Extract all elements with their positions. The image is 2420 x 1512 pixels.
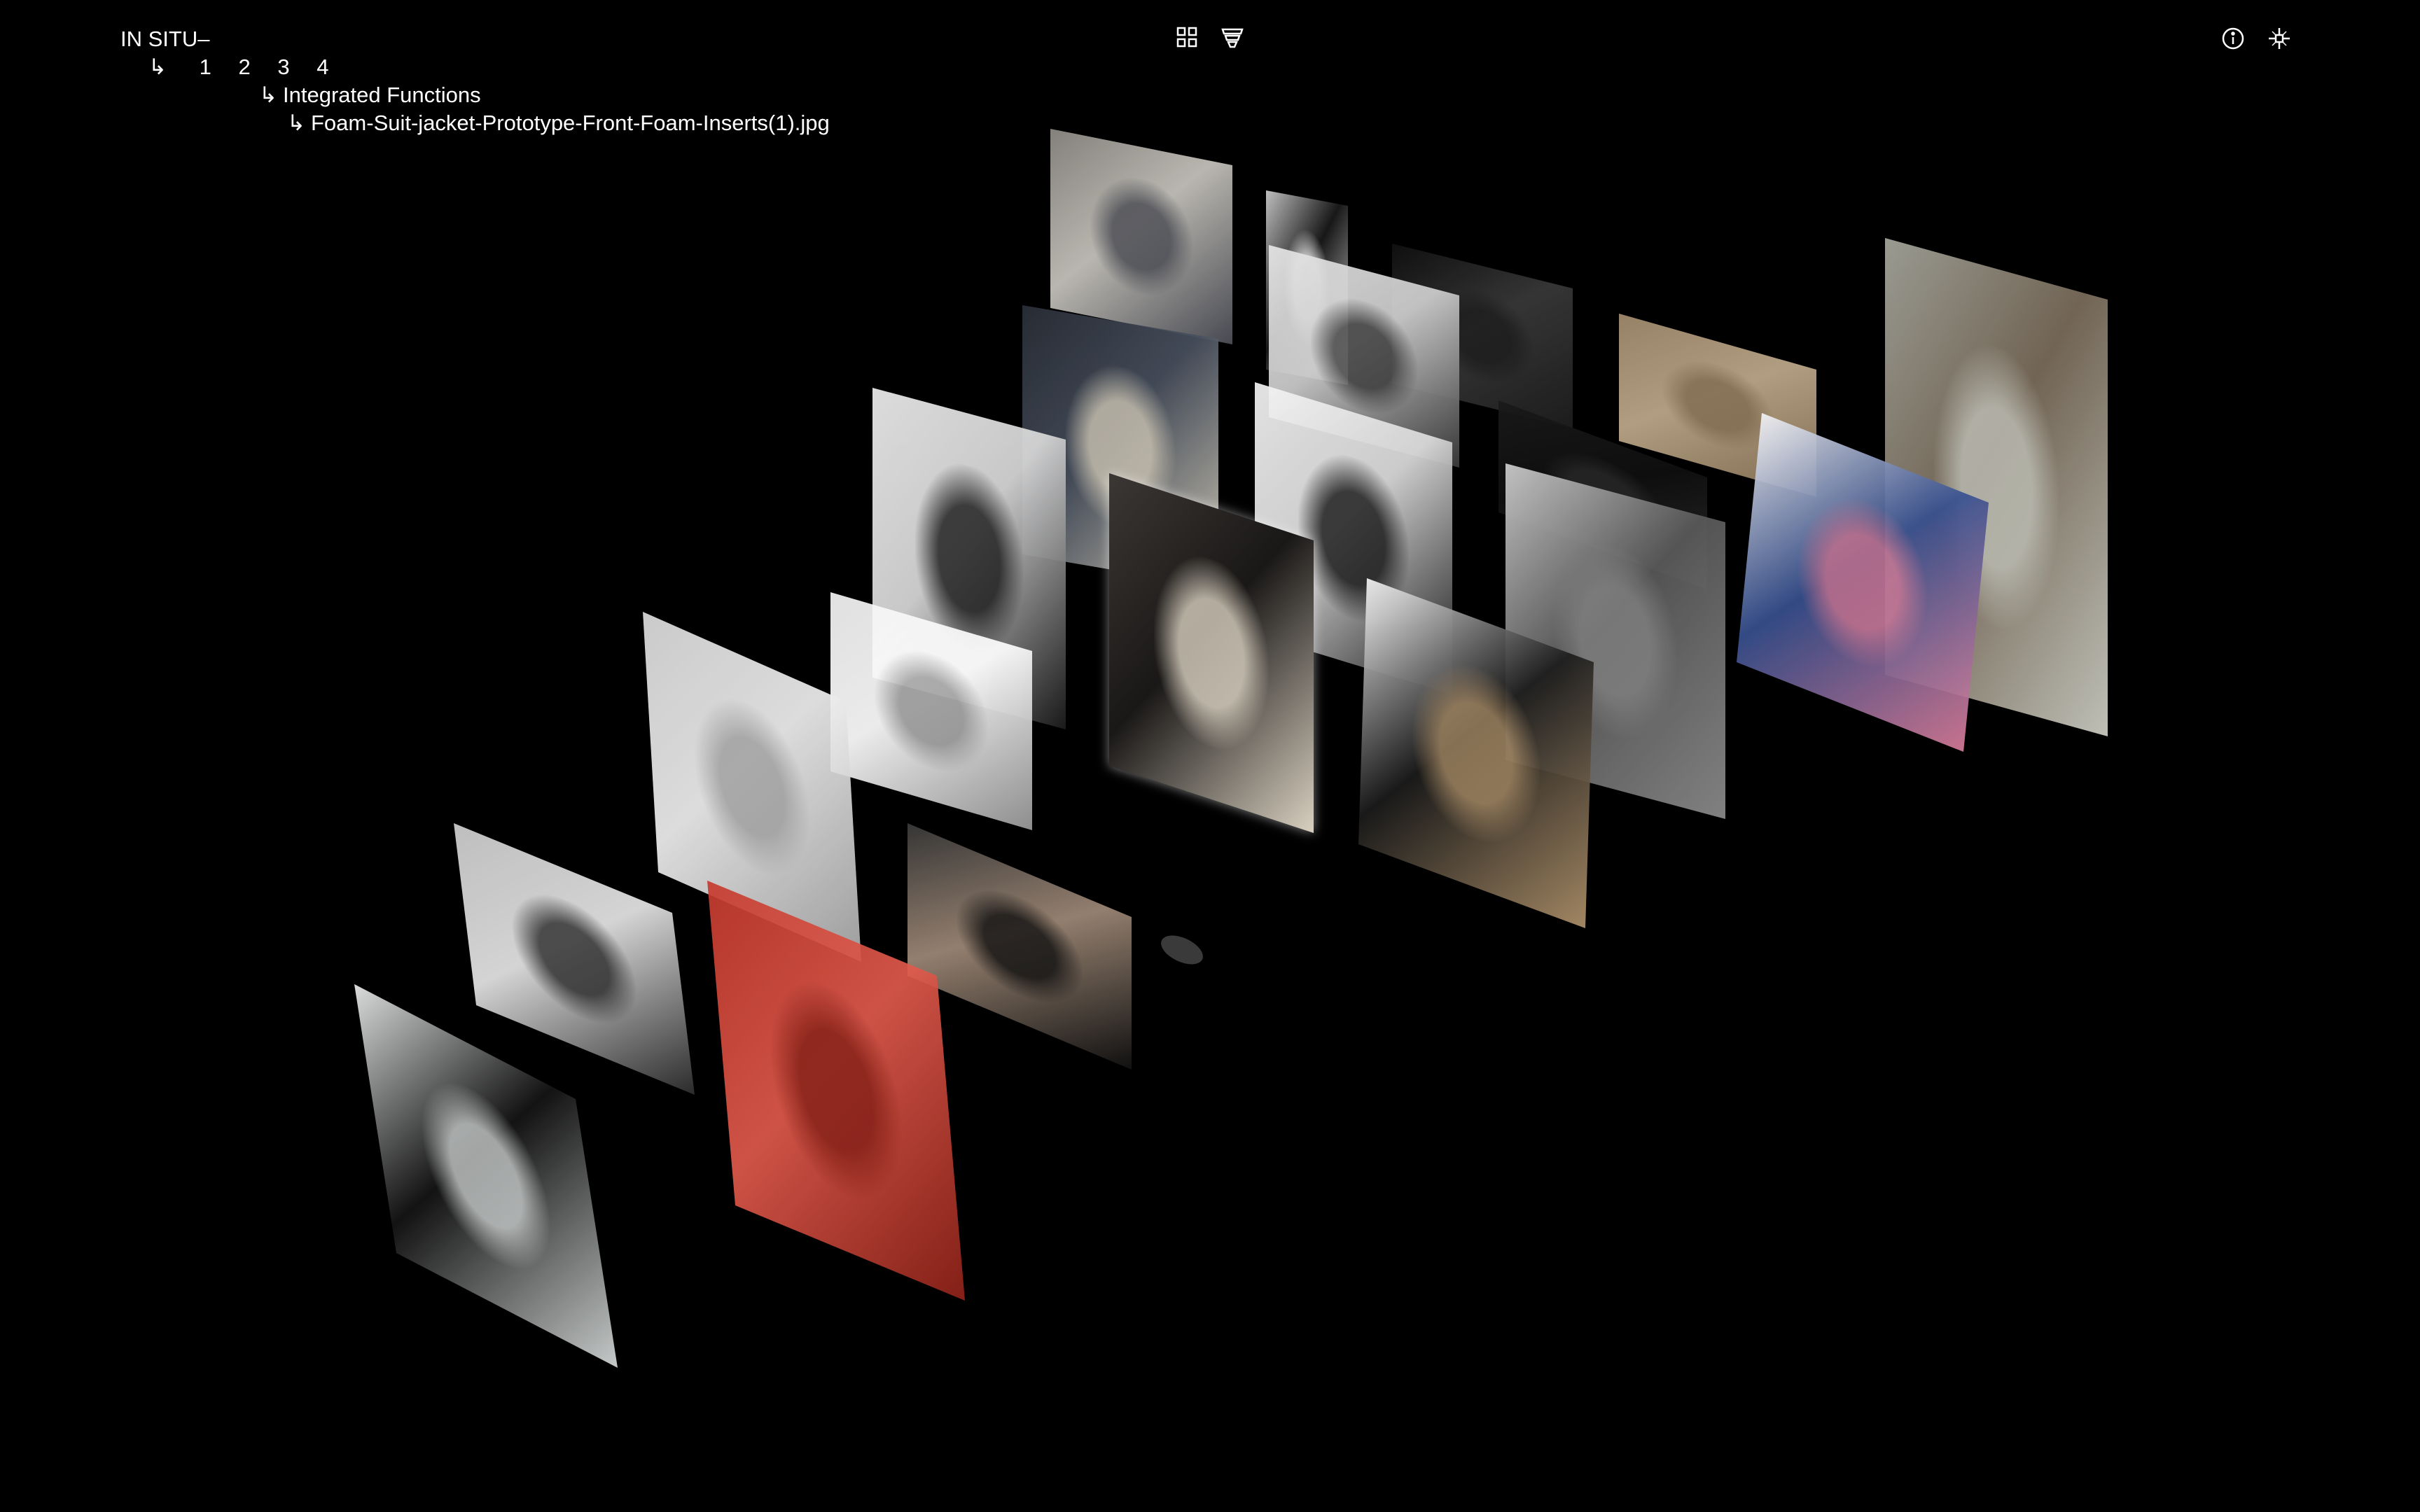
image-content [1410,644,1543,862]
image-content [875,637,988,785]
floor-shadow [1156,930,1208,970]
image-content [763,960,910,1222]
photo-studio-workers[interactable] [1050,129,1232,344]
image-content [1662,349,1773,462]
image-content [690,678,814,895]
image-content [1090,169,1192,304]
image-content [1154,540,1269,766]
image-content [1790,477,1935,687]
image-content [410,1058,562,1294]
image-stack-stage [0,0,2420,1512]
image-content [506,875,643,1043]
image-content [957,871,1083,1022]
